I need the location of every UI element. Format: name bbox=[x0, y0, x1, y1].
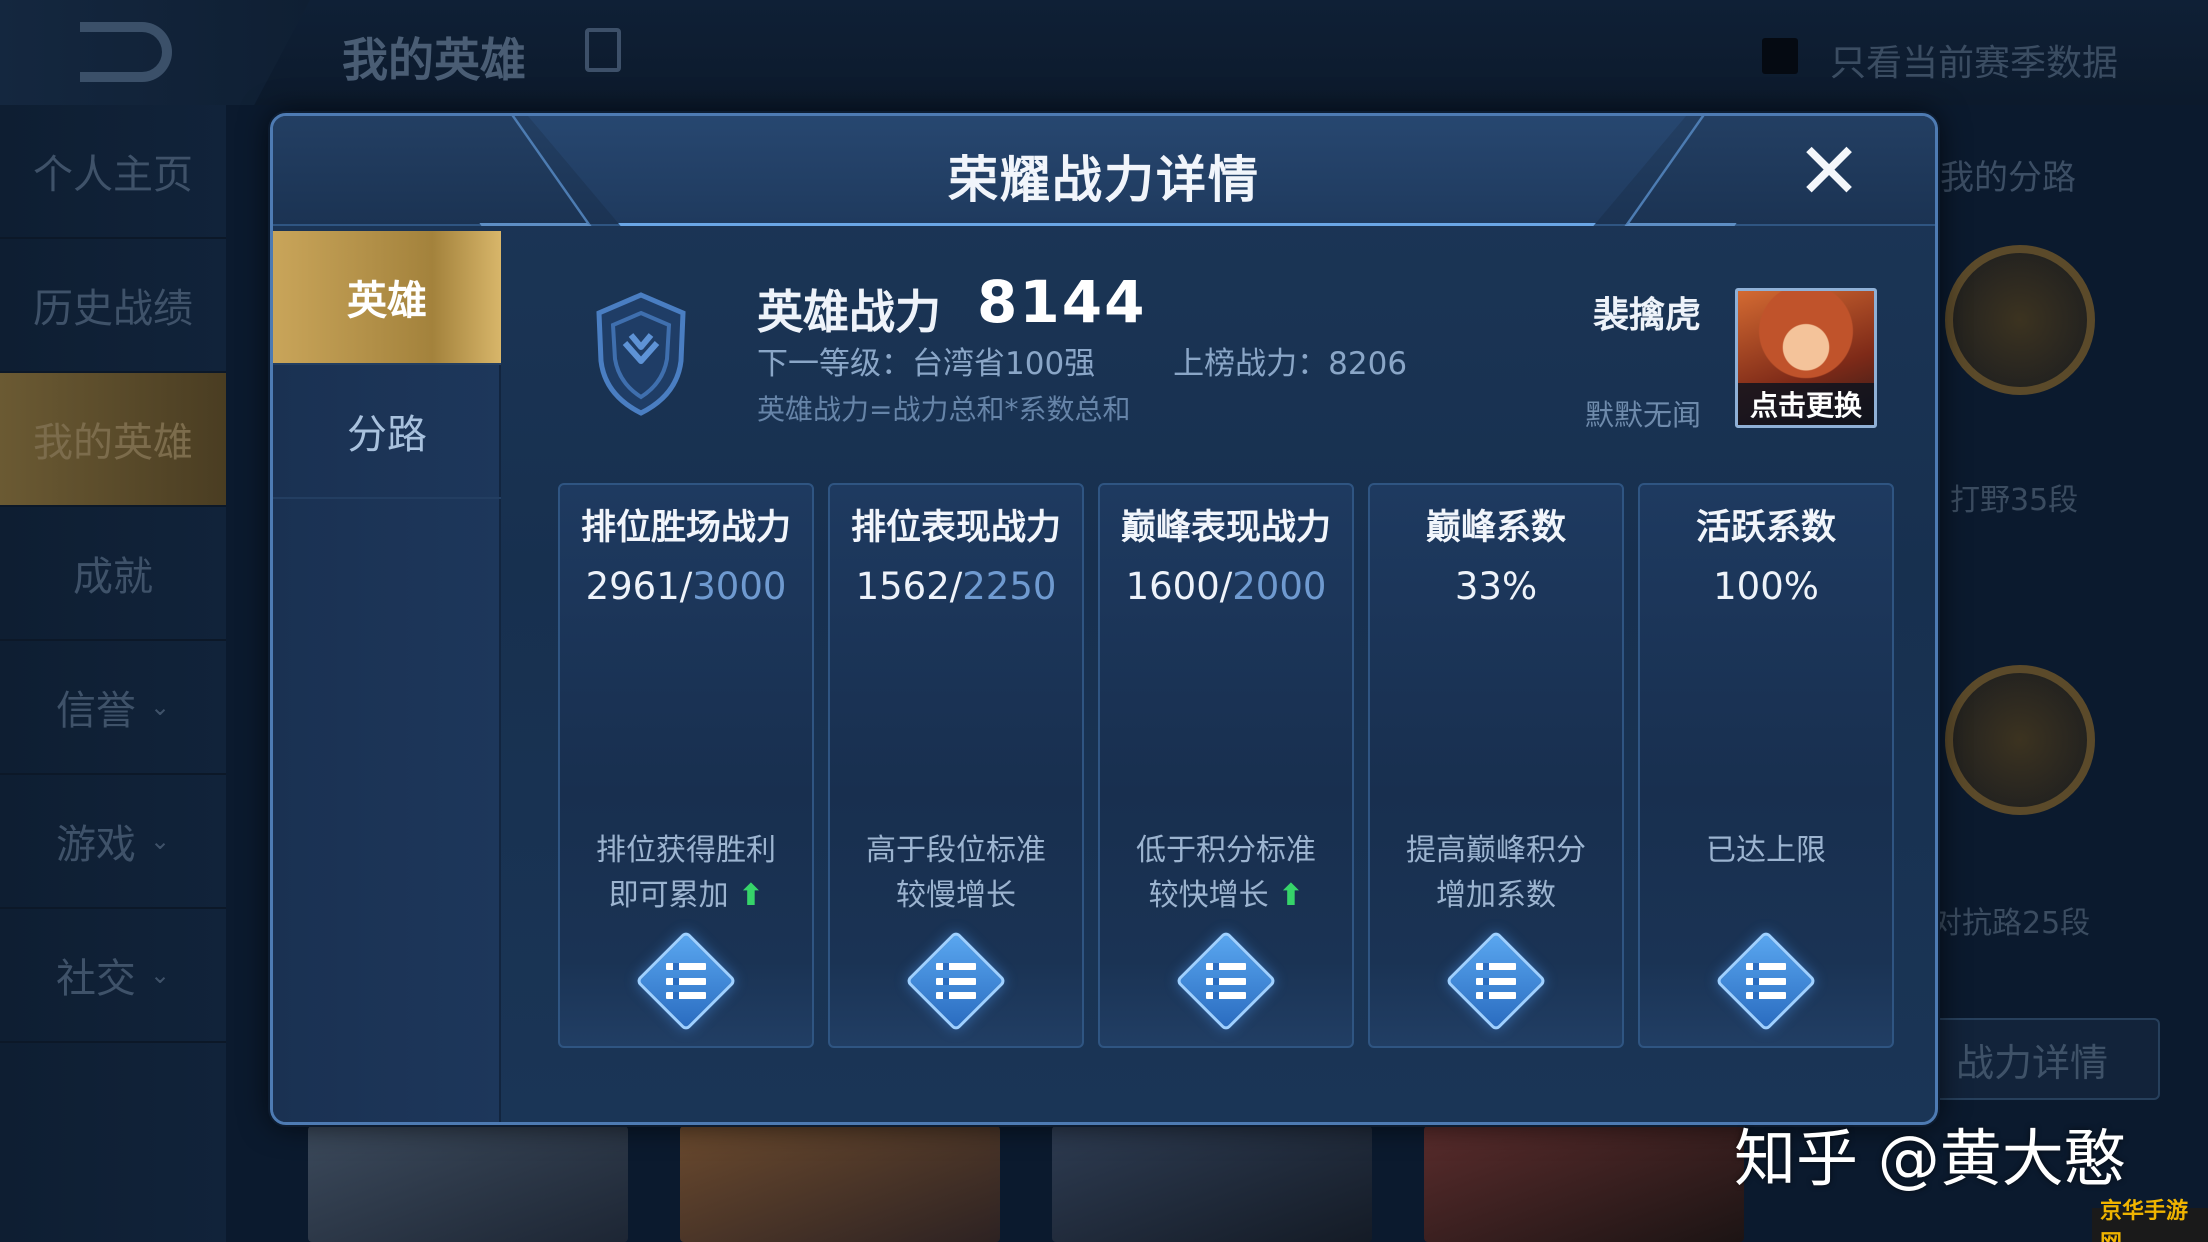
modal-header: 荣耀战力详情 ✕ bbox=[273, 116, 1935, 226]
close-icon[interactable]: ✕ bbox=[1793, 133, 1865, 211]
stat-card-rank-performance: 排位表现战力 1562/2250 高于段位标准 较慢增长 bbox=[828, 483, 1084, 1048]
stat-card-description: 已达上限 bbox=[1706, 833, 1826, 868]
hero-portrait[interactable] bbox=[1424, 1126, 1744, 1242]
increase-arrow-icon: ⬆ bbox=[1278, 878, 1304, 913]
list-icon[interactable] bbox=[585, 28, 621, 72]
next-level-line: 下一等级：台湾省100强 上榜战力：8206 bbox=[757, 338, 1417, 383]
stat-card-value: 33% bbox=[1454, 565, 1538, 608]
stat-card-description: 高于段位标准 较慢增长 bbox=[866, 833, 1046, 913]
detail-button[interactable] bbox=[635, 930, 737, 1032]
chevron-down-icon: ⌄ bbox=[149, 693, 171, 721]
site-watermark: 京华手游网 bbox=[2092, 1199, 2208, 1242]
power-detail-button[interactable]: 战力详情 bbox=[1900, 1018, 2160, 1100]
modal-tab-column: 英雄 分路 bbox=[273, 231, 501, 1122]
hero-portrait-row bbox=[308, 1126, 1908, 1242]
hero-portrait[interactable] bbox=[1052, 1126, 1372, 1242]
chevron-down-icon: ⌄ bbox=[149, 961, 171, 989]
hero-portrait[interactable] bbox=[680, 1126, 1000, 1242]
stat-card-value: 2961/3000 bbox=[585, 565, 787, 608]
stat-card-description: 提高巅峰积分 增加系数 bbox=[1406, 833, 1586, 913]
stat-card-title: 排位胜场战力 bbox=[580, 508, 791, 548]
stat-card-value: 1600/2000 bbox=[1125, 565, 1327, 608]
detail-button[interactable] bbox=[1715, 930, 1817, 1032]
stat-card-rank-wins: 排位胜场战力 2961/3000 排位获得胜利 即可累加 ⬆ bbox=[558, 483, 814, 1048]
next-level-text: 下一等级：台湾省100强 bbox=[757, 346, 1096, 382]
power-formula: 英雄战力=战力总和*系数总和 bbox=[757, 393, 1131, 426]
stat-card-peak-performance: 巅峰表现战力 1600/2000 低于积分标准 较快增长 ⬆ bbox=[1098, 483, 1354, 1048]
detail-button[interactable] bbox=[905, 930, 1007, 1032]
jungle-lane-emblem-icon bbox=[1945, 245, 2095, 395]
season-filter-label: 只看当前赛季数据 bbox=[1830, 43, 2119, 84]
stat-card-activity-coefficient: 活跃系数 100% 已达上限 bbox=[1638, 483, 1894, 1048]
stat-card-title: 活跃系数 bbox=[1695, 508, 1836, 548]
background-side-menu: 个人主页 历史战绩 我的英雄 成就 信誉 ⌄ 游戏 ⌄ 社交 ⌄ bbox=[0, 105, 226, 1242]
stat-card-title: 巅峰表现战力 bbox=[1120, 508, 1331, 548]
author-watermark: 知乎 @黄大憨 bbox=[1734, 1122, 2126, 1195]
stat-card-description: 排位获得胜利 即可累加 ⬆ bbox=[596, 833, 776, 913]
jungle-lane-label: 打野35段 bbox=[1950, 483, 2079, 518]
side-menu-item-history[interactable]: 历史战绩 bbox=[0, 239, 226, 373]
side-menu-item-achievements[interactable]: 成就 bbox=[0, 507, 226, 641]
hero-name: 裴擒虎 bbox=[1593, 295, 1702, 336]
stat-card-title: 巅峰系数 bbox=[1425, 508, 1566, 548]
stat-card-value: 100% bbox=[1713, 565, 1819, 608]
season-filter-checkbox[interactable] bbox=[1762, 38, 1798, 74]
stat-cards: 排位胜场战力 2961/3000 排位获得胜利 即可累加 ⬆ 排位表现战力 15… bbox=[558, 483, 1898, 1048]
increase-arrow-icon: ⬆ bbox=[738, 878, 764, 913]
hero-power-value: 8144 bbox=[977, 268, 1147, 336]
stat-card-title: 排位表现战力 bbox=[850, 508, 1061, 548]
hero-power-label: 英雄战力 bbox=[757, 285, 941, 339]
side-menu-item-game[interactable]: 游戏 ⌄ bbox=[0, 775, 226, 909]
power-shield-icon bbox=[596, 292, 686, 416]
hero-portrait[interactable] bbox=[308, 1126, 628, 1242]
modal-title: 荣耀战力详情 bbox=[948, 151, 1260, 209]
side-menu-item-profile[interactable]: 个人主页 bbox=[0, 105, 226, 239]
side-menu-item-social[interactable]: 社交 ⌄ bbox=[0, 909, 226, 1043]
stat-card-peak-coefficient: 巅峰系数 33% 提高巅峰积分 增加系数 bbox=[1368, 483, 1624, 1048]
stat-card-value: 1562/2250 bbox=[855, 565, 1057, 608]
change-hero-button[interactable]: 点击更换 bbox=[1738, 383, 1874, 425]
lanes-title: 我的分路 bbox=[1940, 158, 2076, 198]
side-menu-item-reputation[interactable]: 信誉 ⌄ bbox=[0, 641, 226, 775]
detail-button[interactable] bbox=[1445, 930, 1547, 1032]
clash-lane-emblem-icon bbox=[1945, 665, 2095, 815]
back-arrow-icon bbox=[80, 22, 172, 82]
tab-hero[interactable]: 英雄 bbox=[273, 231, 501, 365]
stat-card-description: 低于积分标准 较快增长 ⬆ bbox=[1136, 833, 1316, 913]
clash-lane-label: 对抗路25段 bbox=[1932, 906, 2091, 941]
hero-rank-title: 默默无闻 bbox=[1585, 398, 1702, 432]
power-detail-modal: 荣耀战力详情 ✕ 英雄 分路 英雄战力 8144 下一等级：台湾省100强 上榜战… bbox=[270, 113, 1938, 1125]
tab-lane[interactable]: 分路 bbox=[273, 365, 501, 499]
side-menu-item-my-heroes[interactable]: 我的英雄 bbox=[0, 373, 226, 507]
chevron-down-icon: ⌄ bbox=[149, 827, 171, 855]
hero-avatar[interactable]: 点击更换 bbox=[1735, 288, 1877, 428]
rank-power-text: 上榜战力：8206 bbox=[1173, 346, 1408, 382]
background-page-title: 我的英雄 bbox=[342, 33, 526, 87]
detail-button[interactable] bbox=[1175, 930, 1277, 1032]
